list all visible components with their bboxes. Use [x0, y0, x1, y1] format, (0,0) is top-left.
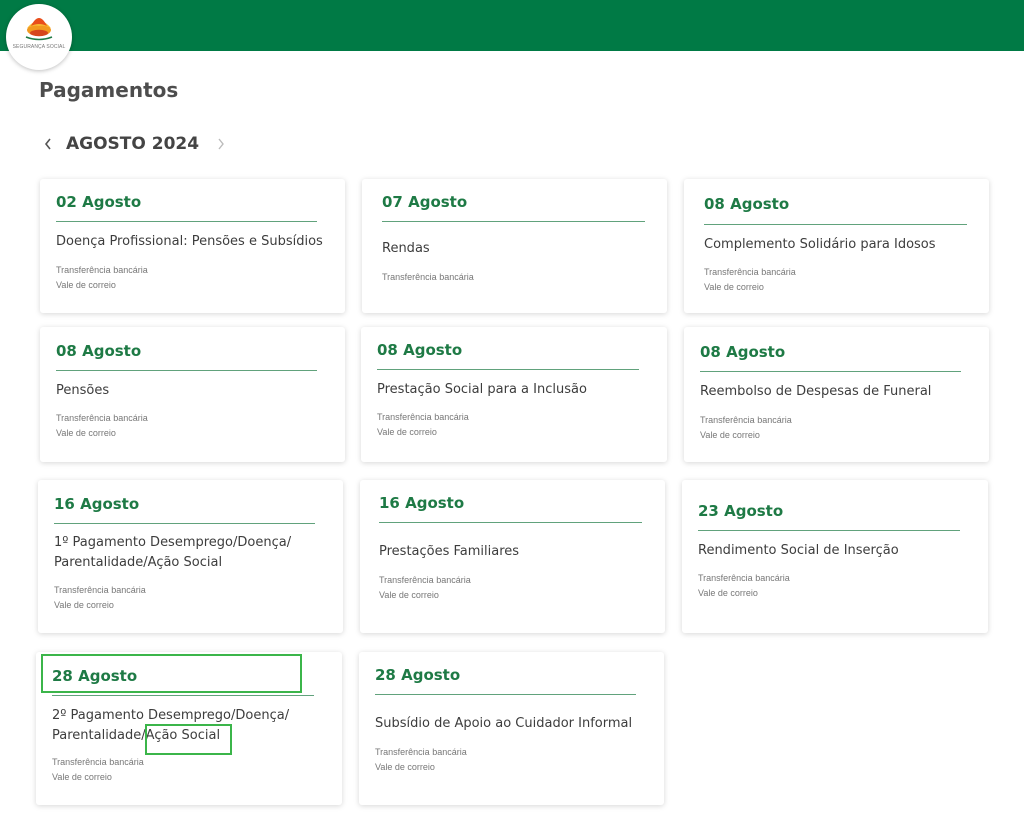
- payment-card[interactable]: 28 Agosto Subsídio de Apoio ao Cuidador …: [359, 652, 664, 805]
- payment-card[interactable]: 08 Agosto Reembolso de Despesas de Funer…: [684, 327, 989, 462]
- card-title: Rendimento Social de Inserção: [698, 543, 899, 558]
- payment-methods: Transferência bancária Vale de correio: [700, 413, 792, 442]
- month-label: AGOSTO 2024: [66, 134, 200, 154]
- method-transfer: Transferência bancária: [698, 573, 790, 583]
- payment-card[interactable]: 07 Agosto Rendas Transferência bancária: [362, 179, 667, 313]
- logo[interactable]: SEGURANÇA SOCIAL: [6, 4, 72, 70]
- method-mail: Vale de correio: [704, 281, 764, 292]
- card-divider: [379, 522, 642, 523]
- card-date: 08 Agosto: [56, 342, 142, 360]
- card-date: 16 Agosto: [54, 495, 140, 513]
- card-divider: [54, 523, 315, 524]
- card-divider: [382, 221, 645, 222]
- card-date: 02 Agosto: [56, 193, 142, 211]
- payment-card[interactable]: 02 Agosto Doença Profissional: Pensões e…: [40, 179, 345, 313]
- seguranca-social-flower-logo-icon: [25, 18, 53, 41]
- card-title: Prestação Social para a Inclusão: [377, 382, 587, 397]
- logo-text: SEGURANÇA SOCIAL: [12, 44, 66, 50]
- card-date: 16 Agosto: [379, 494, 465, 512]
- payment-methods: Transferência bancária Vale de correio: [379, 573, 471, 602]
- method-mail: Vale de correio: [54, 599, 114, 610]
- card-divider: [704, 224, 967, 225]
- highlight-box-date: [41, 654, 302, 693]
- card-divider: [700, 371, 961, 372]
- card-title: Prestações Familiares: [379, 544, 520, 559]
- card-divider: [377, 369, 639, 370]
- method-transfer: Transferência bancária: [375, 747, 467, 757]
- card-date: 28 Agosto: [375, 666, 461, 684]
- card-date: 08 Agosto: [704, 195, 790, 213]
- method-mail: Vale de correio: [377, 426, 437, 437]
- card-title: Doença Profissional: Pensões e Subsídios: [56, 234, 323, 249]
- method-transfer: Transferência bancária: [379, 575, 471, 585]
- method-transfer: Transferência bancária: [704, 267, 796, 277]
- payment-card[interactable]: 16 Agosto Prestações Familiares Transfer…: [360, 480, 665, 633]
- page-title: Pagamentos: [39, 78, 179, 102]
- chevron-right-icon[interactable]: [213, 132, 229, 156]
- method-transfer: Transferência bancária: [54, 585, 146, 595]
- highlight-box-acao-social: [145, 724, 232, 755]
- payment-card[interactable]: 08 Agosto Complemento Solidário para Ido…: [684, 179, 989, 313]
- card-divider: [375, 694, 636, 695]
- method-transfer: Transferência bancária: [56, 265, 148, 275]
- method-mail: Vale de correio: [700, 429, 760, 440]
- month-navigation: AGOSTO 2024: [40, 132, 229, 156]
- card-title: Complemento Solidário para Idosos: [704, 237, 936, 252]
- method-mail: Vale de correio: [56, 279, 116, 290]
- card-title: 1º Pagamento Desemprego/Doença/ Parental…: [54, 535, 292, 570]
- card-divider: [56, 370, 317, 371]
- method-transfer: Transferência bancária: [700, 415, 792, 425]
- payment-methods: Transferência bancária Vale de correio: [56, 411, 148, 440]
- card-divider: [56, 221, 317, 222]
- card-divider: [52, 695, 314, 696]
- card-date: 08 Agosto: [377, 341, 463, 359]
- card-date: 23 Agosto: [698, 502, 784, 520]
- card-title: Pensões: [56, 383, 110, 398]
- payment-methods: Transferência bancária Vale de correio: [375, 745, 467, 774]
- payment-card[interactable]: 08 Agosto Prestação Social para a Inclus…: [361, 327, 667, 462]
- top-bar: [0, 0, 1024, 51]
- card-date: 08 Agosto: [700, 343, 786, 361]
- payment-methods: Transferência bancária Vale de correio: [56, 263, 148, 292]
- payment-methods: Transferência bancária: [382, 270, 474, 285]
- method-mail: Vale de correio: [56, 427, 116, 438]
- method-mail: Vale de correio: [698, 587, 758, 598]
- method-mail: Vale de correio: [379, 589, 439, 600]
- payment-methods: Transferência bancária Vale de correio: [704, 265, 796, 294]
- card-title: Rendas: [382, 241, 430, 256]
- method-mail: Vale de correio: [375, 761, 435, 772]
- payment-methods: Transferência bancária Vale de correio: [52, 755, 144, 784]
- method-transfer: Transferência bancária: [56, 413, 148, 423]
- method-transfer: Transferência bancária: [382, 272, 474, 282]
- card-date: 07 Agosto: [382, 193, 468, 211]
- method-mail: Vale de correio: [52, 771, 112, 782]
- payment-methods: Transferência bancária Vale de correio: [54, 583, 146, 612]
- payment-card[interactable]: 23 Agosto Rendimento Social de Inserção …: [682, 480, 988, 633]
- method-transfer: Transferência bancária: [377, 412, 469, 422]
- chevron-left-icon[interactable]: [40, 132, 56, 156]
- method-transfer: Transferência bancária: [52, 757, 144, 767]
- payment-methods: Transferência bancária Vale de correio: [698, 571, 790, 600]
- payment-methods: Transferência bancária Vale de correio: [377, 410, 469, 439]
- card-divider: [698, 530, 960, 531]
- payment-card[interactable]: 08 Agosto Pensões Transferência bancária…: [40, 327, 345, 462]
- payment-card[interactable]: 16 Agosto 1º Pagamento Desemprego/Doença…: [38, 480, 343, 633]
- card-title: Reembolso de Despesas de Funeral: [700, 384, 932, 399]
- card-title: Subsídio de Apoio ao Cuidador Informal: [375, 716, 633, 731]
